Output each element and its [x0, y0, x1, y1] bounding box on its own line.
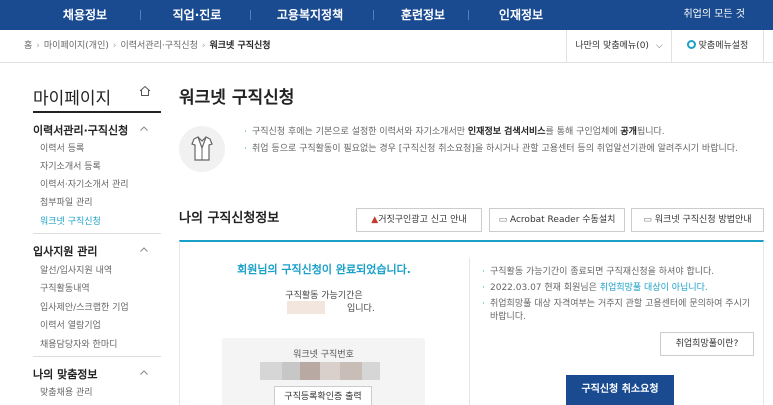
- gear-icon: [686, 40, 696, 49]
- nav-item-training[interactable]: 훈련정보: [378, 0, 468, 30]
- apply-guide-button[interactable]: ▭ 워크넷 구직신청 방법안내: [631, 208, 764, 232]
- notice-text: 구직신청 후에는 기본으로 설정한 이력서와 자기소개서만: [252, 127, 468, 137]
- print-certificate-button[interactable]: 구직등록확인증 출력: [274, 386, 372, 405]
- sidebar-item-cover-letter[interactable]: 자기소개서 등록: [40, 159, 101, 172]
- bullet: ·: [482, 283, 485, 293]
- completion-text-bold: 구직신청이 완료되었습니다.: [281, 263, 411, 276]
- chevron-down-icon: ⌵: [655, 41, 663, 51]
- nav-divider: [468, 10, 469, 20]
- notice-line-1: · 구직신청 후에는 기본으로 설정한 이력서와 자기소개서만 인재정보 검색서…: [244, 126, 762, 139]
- breadcrumb-resume[interactable]: 이력서관리·구직신청: [120, 41, 197, 51]
- breadcrumb-chevron-icon: ›: [201, 41, 206, 51]
- sidebar-divider: [33, 356, 161, 357]
- sidebar-item-offers-scrap[interactable]: 입사제안/스크랩한 기업: [40, 300, 129, 313]
- bullet: ·: [244, 144, 247, 154]
- button-label: 거짓구인광고 신고 안내: [378, 215, 467, 225]
- completion-text: 회원님의: [237, 263, 282, 276]
- notice-highlight: 인재정보 검색서비스: [467, 127, 546, 137]
- sidebar-item-worknet-apply[interactable]: 워크넷 구직신청: [40, 214, 101, 227]
- registration-number-label: 워크넷 구직번호: [293, 350, 354, 360]
- sidebar-title: 마이페이지: [33, 89, 112, 109]
- bullet: ·: [244, 127, 247, 137]
- my-menu-dropdown[interactable]: 나만의 맞춤메뉴(0) ⌵: [566, 30, 672, 63]
- sidebar-item-activity-history[interactable]: 구직활동내역: [40, 281, 90, 294]
- info-text: 구직활동 가능기간이 종료되면 구직재신청을 하셔야 합니다.: [490, 267, 715, 277]
- my-menu-label: 나만의 맞춤메뉴(0): [575, 41, 649, 51]
- menu-setting-button[interactable]: 맞춤메뉴설정: [672, 30, 764, 63]
- top-navigation: 채용정보 직업·진로 고용복지정책 훈련정보 인재정보 취업의 모든 것: [0, 0, 773, 30]
- chevron-up-icon[interactable]: [140, 370, 148, 375]
- nav-divider: [140, 10, 141, 20]
- home-icon[interactable]: [139, 85, 151, 97]
- info-item: · 구직활동 가능기간이 종료되면 구직재신청을 하셔야 합니다.: [482, 266, 755, 279]
- breadcrumb-chevron-icon: ›: [36, 41, 40, 51]
- info-text: 2022.03.07 현재 회원님은: [490, 283, 600, 293]
- hope-pool-info-button[interactable]: 취업희망풀이란?: [660, 332, 754, 356]
- nav-item-recruit[interactable]: 채용정보: [45, 0, 125, 30]
- page-title: 워크넷 구직신청: [179, 88, 295, 108]
- fake-ad-report-button[interactable]: ▲거짓구인광고 신고 안내: [356, 208, 482, 232]
- bullet: ·: [482, 267, 485, 277]
- sidebar-item-custom-jobs[interactable]: 맞춤채용 관리: [40, 385, 93, 398]
- sidebar-section-applications[interactable]: 입사지원 관리: [33, 243, 98, 259]
- notice-text: 됩니다.: [636, 127, 665, 137]
- redacted-period: [287, 301, 325, 314]
- notice-highlight: 공개: [620, 127, 637, 137]
- sidebar-item-attachments[interactable]: 첨부파일 관리: [40, 195, 93, 208]
- info-text: 취업희망풀 대상 자격여부는 거주지 관할 고용센터에 문의하여 주시기 바랍니…: [490, 299, 751, 322]
- breadcrumb-bar: 홈 › 마이페이지(개인) › 이력서관리·구직신청 › 워크넷 구직신청 나만의 맞춤메뉴…: [0, 30, 773, 63]
- info-item: · 2022.03.07 현재 회원님은 취업희망풀 대상이 아닙니다.: [482, 282, 755, 295]
- redacted-registration-number: [260, 362, 380, 380]
- bullet: ·: [482, 299, 485, 309]
- sidebar-section-my-info[interactable]: 나의 맞춤정보: [33, 366, 98, 382]
- all-menu-link[interactable]: 취업의 모든 것: [683, 0, 745, 30]
- sidebar-title-underline: [33, 111, 161, 113]
- printer-icon: ▭: [498, 215, 508, 225]
- breadcrumb-current: 워크넷 구직신청: [209, 41, 271, 51]
- breadcrumb-chevron-icon: ›: [112, 41, 117, 51]
- nav-item-career[interactable]: 직업·진로: [152, 0, 242, 30]
- button-label: 워크넷 구직신청 방법안내: [654, 215, 752, 225]
- cancel-application-button[interactable]: 구직신청 취소요청: [566, 375, 674, 405]
- notice-line-2: · 취업 등으로 구직활동이 필요없는 경우 [구직신청 취소요청]을 하시거나…: [244, 143, 762, 156]
- section-title: 나의 구직신청정보: [179, 211, 280, 226]
- sidebar-divider: [33, 233, 161, 234]
- nav-item-talent[interactable]: 인재정보: [476, 0, 566, 30]
- acrobat-install-button[interactable]: ▭ Acrobat Reader 수동설치: [489, 208, 625, 232]
- sidebar-item-resume-viewers[interactable]: 이력서 열람기업: [40, 318, 101, 331]
- folder-icon: ▭: [643, 215, 652, 225]
- button-label: Acrobat Reader 수동설치: [509, 215, 616, 225]
- chevron-up-icon[interactable]: [140, 126, 148, 131]
- sidebar-item-resume-manage[interactable]: 이력서·자기소개서 관리: [40, 177, 129, 190]
- activity-period-value: 입니다.: [287, 300, 377, 315]
- period-suffix: 입니다.: [347, 304, 375, 314]
- notice-text: 취업 등으로 구직활동이 필요없는 경우 [구직신청 취소요청]을 하시거나 관…: [252, 144, 738, 154]
- info-item: · 취업희망풀 대상 자격여부는 거주지 관할 고용센터에 문의하여 주시기 바랍…: [482, 298, 755, 324]
- notice-text: 를 통해 구인업체에: [545, 127, 621, 137]
- sidebar-section-resume[interactable]: 이력서관리·구직신청: [33, 122, 128, 138]
- info-highlight: 취업희망풀 대상이 아닙니다.: [599, 283, 708, 293]
- nav-item-welfare-policy[interactable]: 고용복지정책: [255, 0, 365, 30]
- breadcrumb-home[interactable]: 홈: [24, 41, 32, 51]
- chevron-up-icon[interactable]: [140, 247, 148, 252]
- completion-message: 회원님의 구직신청이 완료되었습니다.: [179, 261, 469, 277]
- nav-divider: [373, 10, 374, 20]
- sidebar-item-apply-history[interactable]: 알선/입사지원 내역: [40, 263, 112, 276]
- sidebar-item-resume-register[interactable]: 이력서 등록: [40, 141, 84, 154]
- shirt-icon: [179, 126, 225, 172]
- card-divider: [469, 258, 470, 405]
- breadcrumb-mypage[interactable]: 마이페이지(개인): [44, 41, 109, 51]
- menu-setting-label: 맞춤메뉴설정: [698, 41, 749, 51]
- breadcrumb: 홈 › 마이페이지(개인) › 이력서관리·구직신청 › 워크넷 구직신청: [24, 30, 271, 63]
- sidebar-item-recruiter-message[interactable]: 채용담당자와 한마디: [40, 337, 117, 350]
- nav-divider: [250, 10, 251, 20]
